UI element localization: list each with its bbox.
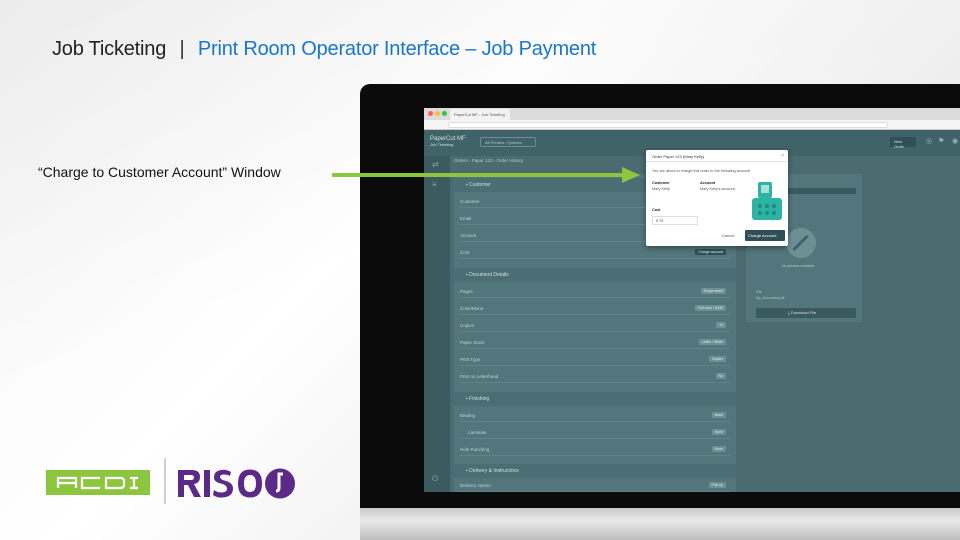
- flag-icon[interactable]: ⚑: [938, 138, 946, 146]
- acdi-logo-mark: [56, 476, 138, 490]
- row-label: Color/Mono: [460, 306, 484, 311]
- new-order-button[interactable]: New Order: [890, 137, 916, 149]
- row-cost: Cost Charge account: [460, 245, 730, 259]
- user-icon[interactable]: ◉: [952, 138, 960, 146]
- row-label: Binding: [460, 413, 476, 418]
- charge-account-modal: Order Paper 123 (Mary Kelly) × You are a…: [646, 150, 788, 246]
- row-label: Copies: [460, 323, 475, 328]
- maximize-window-icon[interactable]: [442, 111, 447, 116]
- row-hole-punching: Hole Punching None: [460, 442, 730, 456]
- section-title: Delivery & Instructions: [469, 468, 519, 474]
- queue-dropdown[interactable]: All Printers / Queues: [480, 137, 536, 147]
- row-label: Print Type: [460, 357, 481, 362]
- browser-tab[interactable]: PaperCut MF - Job Ticketing: [450, 109, 510, 120]
- modal-title: Order Paper 123 (Mary Kelly): [646, 150, 788, 162]
- download-file-button[interactable]: ⤓ Download File: [756, 308, 856, 318]
- row-label: Laminate: [468, 430, 487, 435]
- help-icon[interactable]: ◎: [926, 138, 934, 146]
- account-label: Account: [700, 181, 716, 185]
- section-title: Customer: [469, 182, 491, 188]
- row-value[interactable]: 10: [716, 322, 726, 328]
- row-value[interactable]: None: [711, 446, 726, 452]
- cash-register-icon: [752, 182, 782, 220]
- section-document: ▪ Document Details: [454, 268, 736, 282]
- row-copies: Copies 10: [460, 318, 730, 332]
- row-label: Delivery Option: [460, 483, 491, 488]
- row-label: Hole Punching: [460, 447, 490, 452]
- section-finishing: ▪ Finishing: [454, 392, 736, 406]
- close-icon[interactable]: ×: [781, 153, 784, 159]
- slide-title-subtitle: Print Room Operator Interface – Job Paym…: [197, 38, 597, 60]
- no-preview-icon: [786, 228, 816, 258]
- app-logo[interactable]: PaperCut MF Job Ticketing: [430, 136, 466, 148]
- close-window-icon[interactable]: [428, 111, 433, 116]
- row-letterhead: Print on Letterhead No: [460, 369, 730, 383]
- url-input[interactable]: [448, 122, 888, 128]
- section-title: Document Details: [469, 272, 509, 278]
- slide-title-main: Job Ticketing: [52, 38, 167, 60]
- file-name[interactable]: My_Document.pdf: [756, 296, 784, 300]
- row-paper-stock: Paper Stock Letter / White: [460, 335, 730, 349]
- modal-description: You are about to charge this order to th…: [652, 169, 751, 173]
- charge-account-button[interactable]: Charge account: [695, 249, 726, 255]
- customer-label: Customer: [652, 181, 670, 185]
- charge-account-confirm-button[interactable]: Charge Account: [745, 230, 785, 241]
- browser-tab-bar: PaperCut MF - Job Ticketing: [424, 108, 960, 120]
- preview-caption: No preview available: [782, 264, 815, 268]
- row-pages: Pages Single sided: [460, 284, 730, 298]
- row-print-type: Print Type Duplex: [460, 352, 730, 366]
- row-binding: Binding None: [460, 408, 730, 422]
- row-label: Customer: [460, 199, 480, 204]
- logout-icon[interactable]: ⏻: [432, 474, 442, 484]
- account-value: Mary Kelly's account: [700, 187, 735, 191]
- row-value[interactable]: Letter / White: [699, 339, 726, 345]
- row-label: Pages: [460, 289, 473, 294]
- section-title: Finishing: [469, 396, 490, 402]
- row-label: Email: [460, 216, 472, 221]
- row-value[interactable]: No: [715, 373, 726, 379]
- cost-input[interactable]: 5.70: [652, 216, 698, 225]
- breadcrumb: Orders › Paper 123 › Order History: [454, 158, 524, 163]
- collapse-sidebar-icon[interactable]: ⇄: [432, 160, 442, 170]
- file-label: File: [756, 290, 762, 294]
- row-label: Paper Stock: [460, 340, 485, 345]
- row-label: Print on Letterhead: [460, 374, 499, 379]
- slide-title: Job Ticketing | Print Room Operator Inte…: [52, 38, 596, 61]
- slide-title-separator: |: [179, 38, 185, 60]
- minimize-window-icon[interactable]: [435, 111, 440, 116]
- cost-label: Cost: [652, 208, 661, 212]
- row-value[interactable]: Duplex: [709, 356, 726, 362]
- row-value[interactable]: Single sided: [700, 288, 726, 294]
- browser-address-bar: [424, 120, 960, 130]
- row-value[interactable]: None: [711, 429, 726, 435]
- row-value[interactable]: Pick up: [708, 482, 726, 488]
- customer-value: Mary Kelly: [652, 187, 670, 191]
- row-delivery: Delivery Option Pick up: [460, 478, 730, 492]
- row-color: Color/Mono Full color / B&W: [460, 301, 730, 315]
- sidebar: ⇄ ≡ ⏻: [424, 156, 450, 492]
- logo-line2: Job Ticketing: [430, 142, 454, 147]
- row-laminate: Laminate None: [460, 425, 730, 439]
- download-label: Download File: [790, 310, 817, 315]
- cancel-button[interactable]: Cancel: [722, 233, 734, 238]
- acdi-logo: [46, 470, 150, 495]
- logo-divider: [164, 458, 166, 504]
- menu-icon[interactable]: ≡: [432, 180, 442, 190]
- monitor-bezel: [360, 508, 960, 540]
- row-label: Account: [460, 233, 477, 238]
- row-label: Cost: [460, 250, 470, 255]
- riso-logo: [178, 468, 295, 499]
- row-value[interactable]: Full color / B&W: [694, 305, 726, 311]
- callout-label: “Charge to Customer Account” Window: [38, 164, 281, 180]
- row-value[interactable]: None: [711, 412, 726, 418]
- section-delivery: ▪ Delivery & Instructions: [454, 464, 736, 478]
- screen: PaperCut MF - Job Ticketing PaperCut MF …: [424, 108, 960, 492]
